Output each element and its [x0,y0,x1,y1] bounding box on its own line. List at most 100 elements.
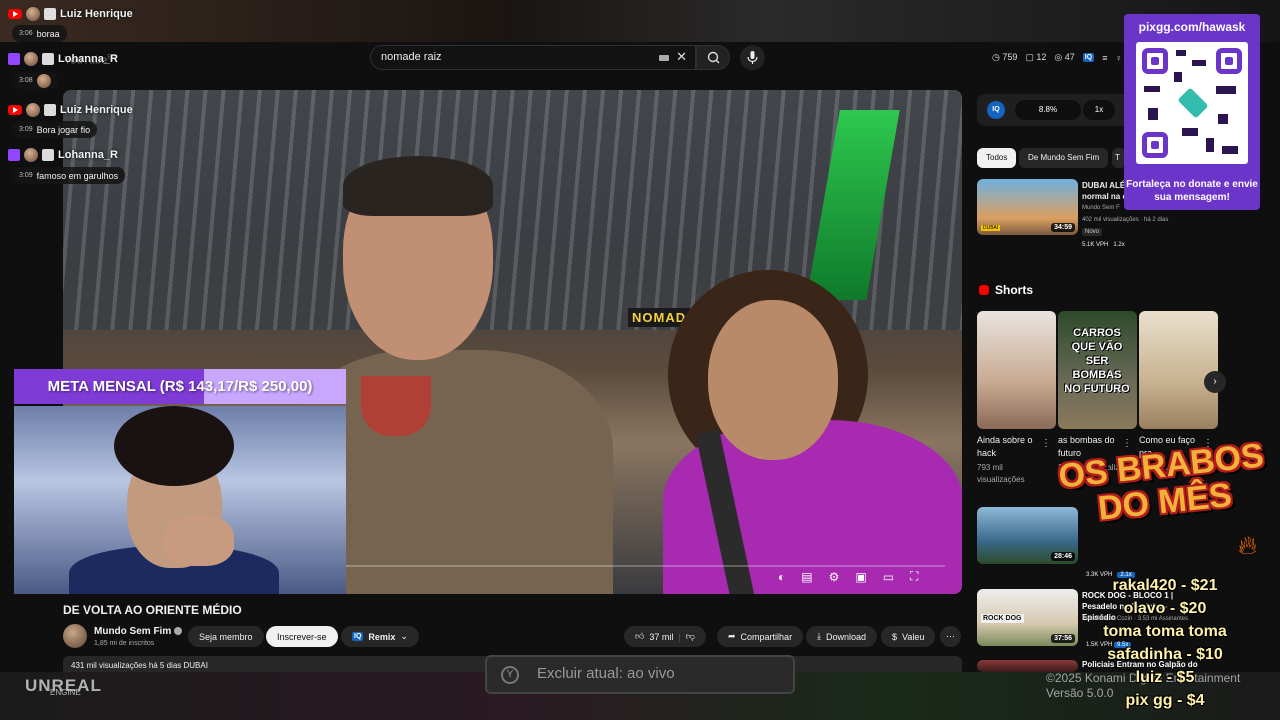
channel-name[interactable]: Mundo Sem Fim [94,626,183,637]
related-video-meta: 402 mil visualizações · há 2 dias [1082,217,1169,223]
chip-all[interactable]: Todos [977,148,1017,168]
kebab-menu-icon[interactable]: ⋮ [1041,438,1051,449]
chat-username: Luiz Henrique [60,104,133,116]
search-button[interactable] [696,45,730,70]
chip-from-channel[interactable]: De Mundo Sem Fim [1019,148,1109,168]
kebab-menu-icon[interactable]: ⋮ [1122,438,1132,449]
download-button[interactable]: ⤓ Download [806,626,878,647]
verified-icon [174,627,183,636]
game-prompt: Y Excluir atual: ao vivo [485,655,795,694]
video-scene-man-shirt [361,376,431,436]
settings-gear-icon[interactable]: ⚙ [829,570,840,584]
search-input[interactable]: nomade raiz ✕ [370,45,696,70]
download-icon: ⤓ [817,631,821,641]
youtube-icon [8,105,22,115]
qr-module [1218,114,1228,124]
thumbnail-label: ROCK DOG [981,614,1024,623]
chat-emote-icon [36,73,51,88]
list-icon[interactable]: ≡ [1102,53,1107,63]
engine-logo-sub: ENGINE [50,688,81,697]
fullscreen-icon[interactable]: ⛶ [910,569,918,584]
header-stats: ◷ 759 ▢ 12 ◎ 47 IQ ≡ ♀ [992,52,1122,63]
monthly-goal-text: META MENSAL (R$ 143,17/R$ 250,00) [47,378,313,395]
video-duration: 28:46 [1051,552,1075,561]
short-views: 793 mil visualizações [977,463,1025,484]
video-controls: ◐ ▤ ⚙ ▣ ▭ ⛶ [778,569,918,584]
views-stat: ◷ 759 [992,52,1018,62]
iq-icon: IQ [352,632,364,641]
short-overlay-text: CARROS QUE VÃO SER BOMBAS NO FUTURO [1064,327,1130,395]
bulb-icon[interactable]: ♀ [1115,53,1122,63]
chat-message: Luiz Henrique [8,103,133,117]
sub-badge-icon [42,53,54,65]
twitch-icon [8,149,20,161]
extension-iq-icon[interactable]: IQ [1082,53,1095,62]
voice-search-button[interactable] [740,45,765,70]
related-video-channel[interactable]: Mundo Sem F [1082,205,1120,211]
donate-url: pixgg.com/hawask [1138,20,1246,34]
chat-username: Lohanna_R [58,53,118,65]
more-actions-button[interactable]: ⋯ [940,626,961,647]
subscribe-button[interactable]: Inscrever-se [266,626,338,647]
qr-module [1174,72,1182,82]
autoplay-toggle-icon[interactable]: ◐ [778,570,785,584]
video-title: DE VOLTA AO ORIENTE MÉDIO [63,603,242,617]
super-thanks-icon: $ [892,631,898,642]
performance-multiplier: 1x [1083,100,1115,120]
clear-search-icon[interactable]: ✕ [676,49,687,65]
chat-message: Lohanna_R [8,52,118,66]
likes-stat: ◎ 47 [1054,52,1075,62]
chat-bubble: 3:09 famoso em garulhos [12,167,126,184]
join-button[interactable]: Seja membro [188,626,264,647]
qr-module [1216,86,1236,94]
chat-message: Lohanna_R [8,148,118,162]
thanks-button[interactable]: $ Valeu [881,626,936,647]
member-badge-icon [44,8,56,20]
donor-entry: toma toma toma [1103,623,1227,640]
chat-bubble: 3:06 boraa [12,25,67,42]
chevron-down-icon: ⌄ [400,631,408,641]
chat-avatar [26,103,40,117]
webcam-hand [164,516,234,566]
subtitles-icon[interactable]: ▤ [801,570,812,584]
qr-finder [1142,132,1168,158]
streamer-webcam [14,406,346,594]
video-progress-bar[interactable] [345,565,945,567]
channel-avatar[interactable] [63,624,87,648]
short-thumbnail[interactable] [1139,311,1218,429]
comments-stat: ▢ 12 [1025,52,1047,62]
miniplayer-icon[interactable]: ▣ [855,570,866,584]
donor-entry: olavo - $20 [1123,600,1207,617]
chat-bubble: 3:09 Bora jogar fio [12,121,98,138]
share-button[interactable]: ➦ Compartilhar [717,626,804,647]
related-video-thumbnail[interactable]: DUBAI 34:59 [977,179,1078,235]
thumbnail-label: DUBAI [981,225,1001,231]
qr-module [1206,138,1214,152]
keyboard-icon[interactable] [659,55,669,61]
qr-module [1144,86,1160,92]
thumbs-down-icon[interactable]: 👎︎ [686,631,695,642]
remix-button[interactable]: IQ Remix ⌄ [341,626,419,647]
donor-entry: luiz - $5 [1135,669,1195,686]
member-badge-icon [44,104,56,116]
theater-mode-icon[interactable]: ▭ [883,570,894,584]
share-icon: ➦ [728,631,736,641]
more-icon: ⋯ [946,631,955,641]
donor-entry: safadinha - $10 [1107,646,1223,663]
short-title[interactable]: Ainda sobre o hack [977,434,1039,460]
qr-finder [1142,48,1168,74]
donor-entry: rakal420 - $21 [1112,577,1218,594]
qr-module [1182,128,1198,136]
webcam-hair [114,406,234,486]
microphone-icon [747,51,758,64]
like-button[interactable]: 👍︎ 37 mil | 👎︎ [624,626,706,647]
video-scene-woman-head [708,300,838,460]
shorts-heading: Shorts [995,283,1034,297]
short-thumbnail[interactable] [977,311,1056,429]
donate-message: Fortaleça no donate e envie sua mensagem… [1126,179,1258,203]
iq-extension-icon[interactable]: IQ [987,101,1005,119]
shorts-next-button[interactable]: › [1204,371,1226,393]
thumbs-up-icon: 👍︎ [635,631,645,641]
channel-subscribers: 1,85 mi de inscritos [94,640,155,647]
chat-username: Luiz Henrique [60,8,133,20]
